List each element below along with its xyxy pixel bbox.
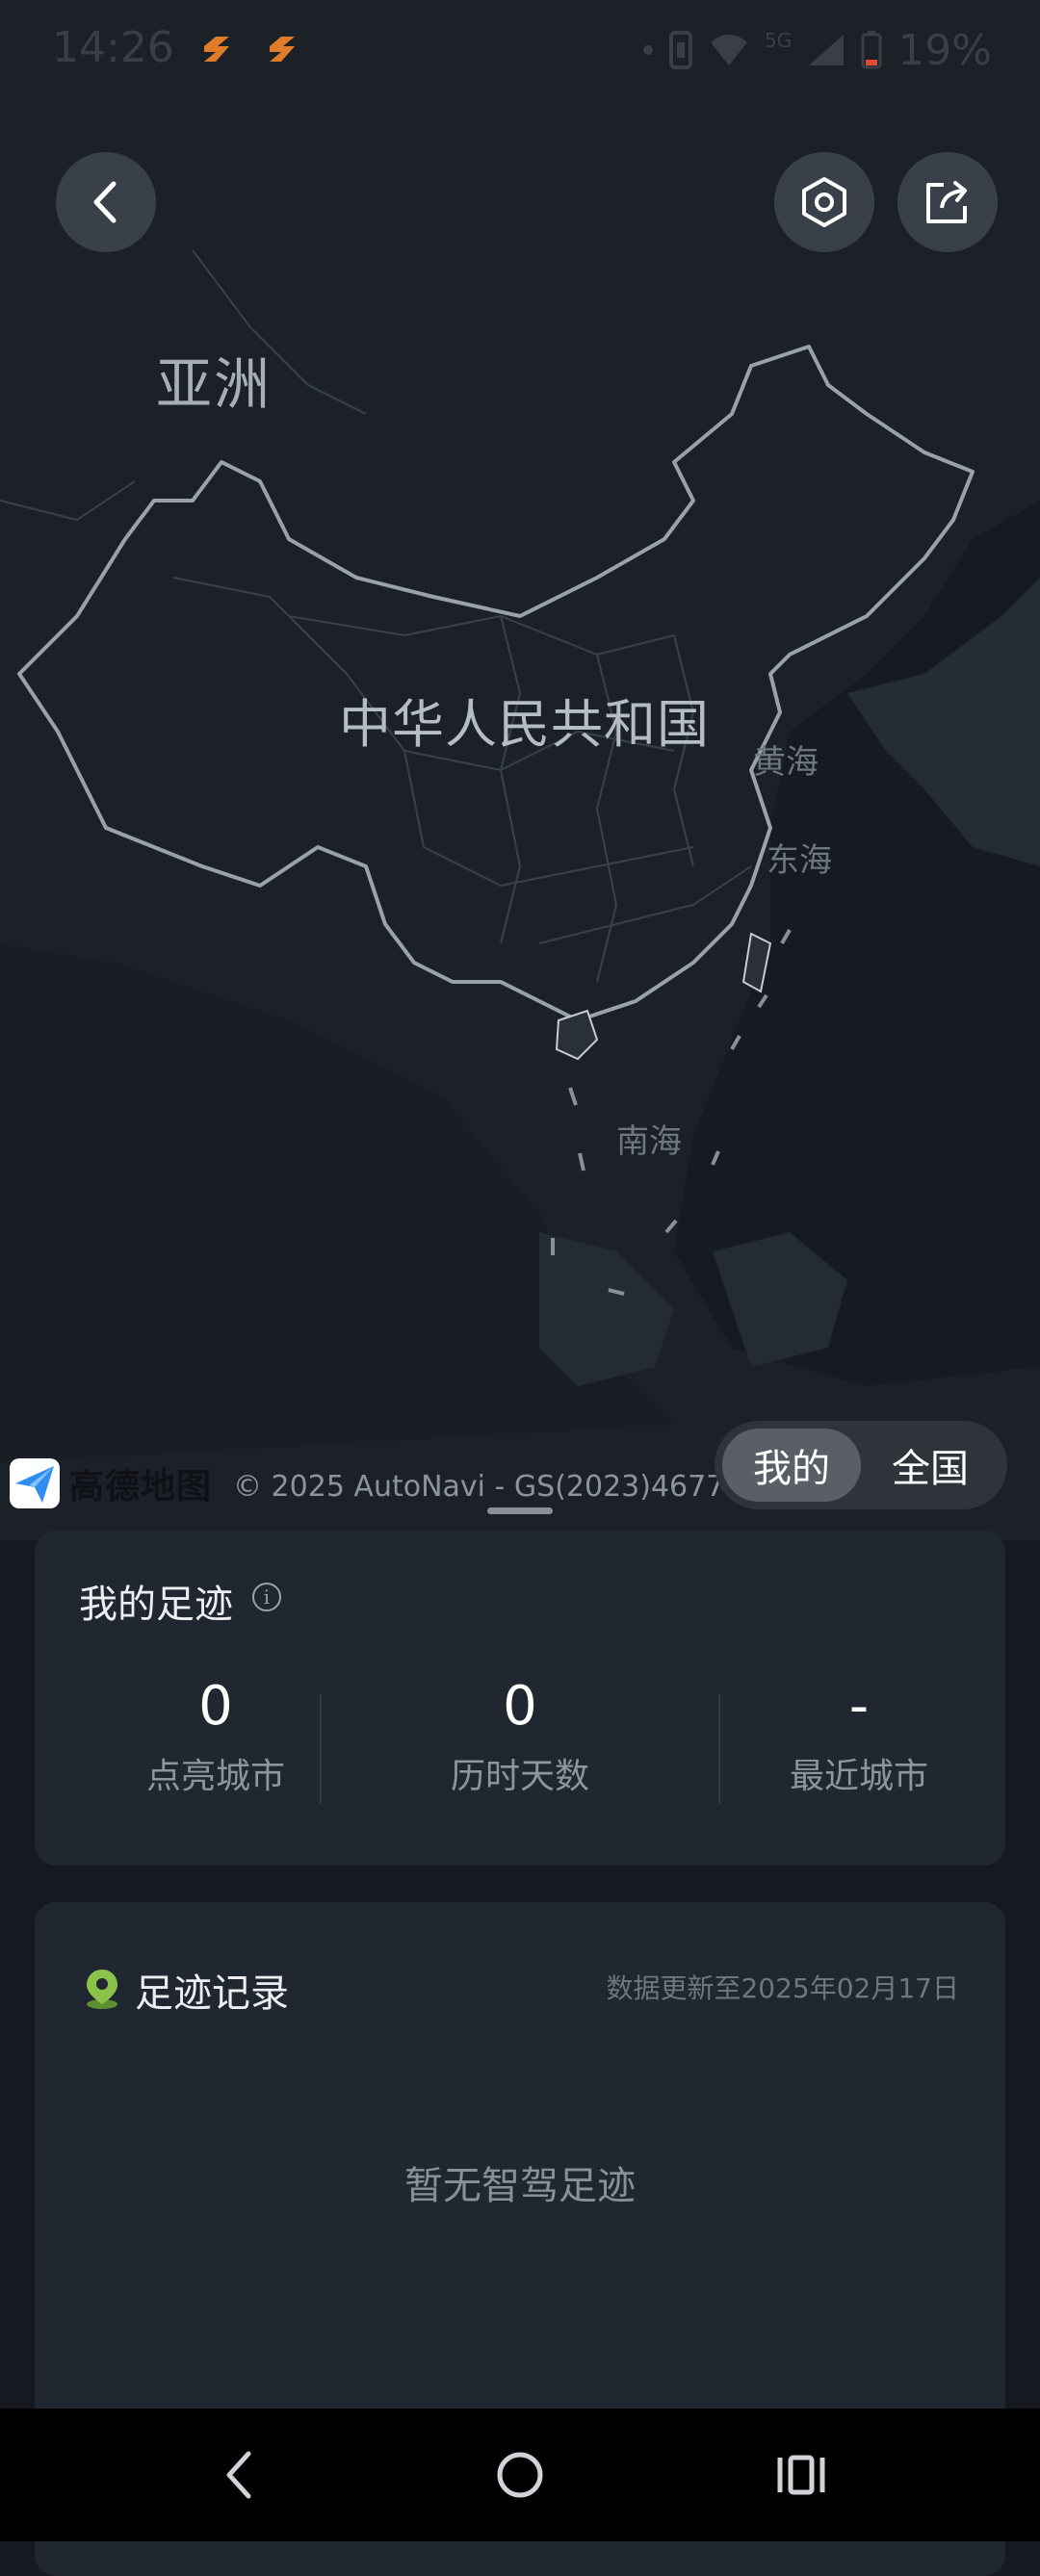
sheet-drag-handle[interactable] (487, 1507, 553, 1514)
location-pin-icon (87, 1970, 117, 2009)
map-copyright: © 2025 AutoNavi - GS(2023)4677号 (233, 1470, 754, 1504)
hexagon-settings-icon (802, 177, 846, 227)
dot-icon (642, 45, 653, 55)
amap-logo (10, 1458, 60, 1508)
sea-label-yellow: 黄海 (753, 743, 819, 782)
paper-plane-icon (15, 1466, 54, 1503)
amap-brand: 高德地图 (69, 1467, 213, 1507)
stat-lit-cities: 0 点亮城市 (62, 1675, 370, 1798)
nav-home-button[interactable] (453, 2409, 587, 2541)
vibrate-icon (668, 31, 692, 69)
recents-icon (777, 2455, 825, 2495)
record-title: 足迹记录 (135, 1971, 289, 2016)
stat-days: 0 历时天数 (366, 1675, 674, 1798)
network-type: 5G (764, 29, 793, 52)
back-icon (226, 2451, 251, 2499)
stat-label: 历时天数 (450, 1757, 589, 1796)
stat-value: 0 (503, 1675, 537, 1738)
info-icon[interactable]: i (252, 1583, 281, 1611)
footprint-title: 我的足迹 (79, 1583, 233, 1627)
share-button[interactable] (897, 152, 998, 252)
empty-state-text: 暂无智驾足迹 (404, 2164, 636, 2208)
wifi-icon (710, 35, 747, 65)
signal-icon (809, 35, 845, 65)
province-borders (0, 249, 752, 983)
navigation-bar (0, 2409, 1040, 2541)
app-notification-icon (204, 37, 229, 62)
share-icon (926, 181, 967, 223)
stat-recent-city: - 最近城市 (705, 1675, 1013, 1798)
app-notification-icon (270, 37, 295, 62)
sea-label-east: 东海 (767, 841, 832, 880)
battery-level: 19% (897, 25, 992, 75)
toggle-all[interactable]: 全国 (861, 1429, 1000, 1502)
scope-toggle[interactable]: 我的 全国 (715, 1421, 1007, 1509)
status-bar: 14:26 5G 19% (0, 0, 1040, 100)
land-mass (539, 1232, 674, 1386)
stat-label: 最近城市 (789, 1757, 928, 1796)
chevron-left-icon (93, 181, 117, 223)
map-canvas (0, 249, 1040, 1463)
footprint-card: 我的足迹 i 0 点亮城市 0 历时天数 - 最近城市 (35, 1531, 1005, 1866)
sea-label-south: 南海 (616, 1122, 682, 1161)
nav-recents-button[interactable] (734, 2409, 869, 2541)
continent-label: 亚洲 (156, 351, 273, 417)
battery-icon (861, 31, 882, 69)
stat-value: 0 (198, 1675, 233, 1738)
settings-button[interactable] (774, 152, 874, 252)
status-indicators: 5G 19% (642, 23, 992, 77)
status-time: 14:26 (52, 23, 174, 72)
map-attribution: 高德地图 © 2025 AutoNavi - GS(2023)4677号 (10, 1455, 753, 1511)
nav-back-button[interactable] (171, 2409, 306, 2541)
data-update-text: 数据更新至2025年02月17日 (606, 1972, 959, 2004)
stat-label: 点亮城市 (145, 1757, 285, 1796)
stat-divider (320, 1694, 322, 1804)
stat-value: - (848, 1675, 870, 1738)
back-button[interactable] (56, 152, 156, 252)
home-icon (497, 2452, 543, 2498)
toggle-mine[interactable]: 我的 (722, 1429, 861, 1502)
map-view[interactable]: 亚洲 中华人民共和国 黄海 东海 南海 (0, 0, 1040, 1540)
country-label: 中华人民共和国 (339, 694, 710, 755)
